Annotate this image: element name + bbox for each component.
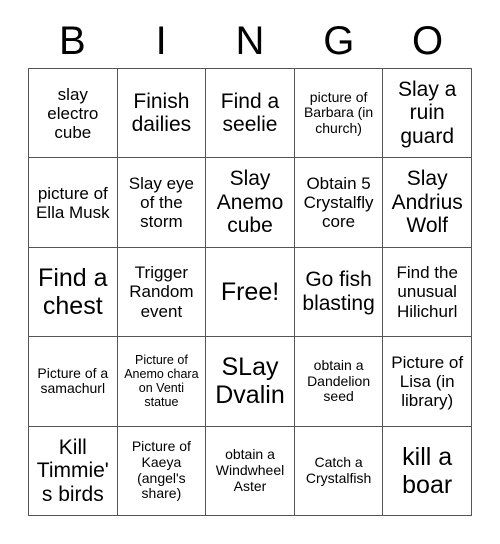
bingo-cell-r1c1[interactable]: slay electro cube	[29, 69, 118, 159]
bingo-cell-label: obtain a Dandelion seed	[307, 356, 371, 405]
bingo-header-letter-i: I	[155, 19, 167, 63]
bingo-cell-label: Catch a Crystalfish	[305, 454, 372, 486]
bingo-cell-r2c2[interactable]: Slay eye of the storm	[117, 158, 207, 248]
bingo-cell-label: Trigger Random event	[129, 263, 194, 321]
bingo-cell-label: Free!	[220, 277, 280, 306]
bingo-card: B I N G O slay electro cube Finish daili…	[0, 0, 500, 544]
bingo-cell-label: Picture of Kaeya (angel's share)	[131, 438, 191, 502]
bingo-cell-label: Slay Anemo cube	[216, 167, 284, 238]
bingo-cell-label: obtain a Windwheel Aster	[215, 446, 285, 494]
bingo-cell-r3c4[interactable]: Go fish blasting	[294, 247, 384, 338]
bingo-cell-r3c5[interactable]: Find the unusual Hilichurl	[383, 247, 472, 338]
bingo-header-row: B I N G O	[28, 14, 472, 68]
bingo-cell-label: Kill Timmie's birds	[36, 435, 109, 506]
bingo-cell-r1c2[interactable]: Finish dailies	[117, 69, 207, 159]
bingo-cell-r4c5[interactable]: Picture of Lisa (in library)	[383, 337, 472, 427]
bingo-cell-label: kill a boar	[402, 442, 453, 499]
bingo-cell-r2c3[interactable]: Slay Anemo cube	[206, 158, 295, 248]
bingo-cell-r2c4[interactable]: Obtain 5 Crystalfly core	[294, 158, 384, 248]
bingo-cell-r5c1[interactable]: Kill Timmie's birds	[29, 426, 118, 516]
bingo-cell-r1c3[interactable]: Find a seelie	[206, 69, 295, 159]
bingo-cell-r5c4[interactable]: Catch a Crystalfish	[294, 426, 384, 516]
bingo-cell-label: Slay Andrius Wolf	[391, 167, 463, 238]
bingo-cell-label: Finish dailies	[131, 89, 192, 137]
bingo-cell-r1c4[interactable]: picture of Barbara (in church)	[294, 69, 384, 159]
bingo-header-letter-g: G	[323, 19, 355, 63]
bingo-cell-r4c4[interactable]: obtain a Dandelion seed	[294, 337, 384, 427]
bingo-cell-label: Picture of Anemo chara on Venti statue	[124, 353, 199, 410]
bingo-cell-free-space[interactable]: Free!	[206, 247, 295, 338]
bingo-cell-r3c2[interactable]: Trigger Random event	[117, 247, 207, 338]
bingo-cell-r5c3[interactable]: obtain a Windwheel Aster	[206, 426, 295, 516]
bingo-cell-label: picture of Ella Musk	[35, 183, 110, 222]
bingo-cell-r2c1[interactable]: picture of Ella Musk	[29, 158, 118, 248]
bingo-cell-r3c1[interactable]: Find a chest	[29, 247, 118, 338]
bingo-cell-label: Slay a ruin guard	[398, 77, 457, 148]
bingo-cell-r4c1[interactable]: Picture of a samachurl	[29, 337, 118, 427]
bingo-header-letter-o: O	[412, 19, 444, 63]
bingo-header-letter-n: N	[235, 19, 265, 63]
bingo-cell-label: slay electro cube	[47, 84, 99, 142]
bingo-cell-label: Slay eye of the storm	[128, 174, 194, 232]
bingo-cell-r4c3[interactable]: SLay Dvalin	[206, 337, 295, 427]
bingo-cell-r5c2[interactable]: Picture of Kaeya (angel's share)	[117, 426, 207, 516]
bingo-header-letter-b: B	[59, 19, 86, 63]
bingo-cell-label: Go fish blasting	[302, 268, 375, 315]
bingo-cell-r5c5[interactable]: kill a boar	[383, 426, 472, 516]
bingo-cell-label: Find a seelie	[220, 89, 280, 137]
bingo-cell-label: picture of Barbara (in church)	[303, 88, 374, 137]
bingo-cell-label: Picture of a samachurl	[37, 364, 109, 397]
bingo-cell-label: Find the unusual Hilichurl	[396, 263, 458, 321]
bingo-cell-r2c5[interactable]: Slay Andrius Wolf	[383, 158, 472, 248]
bingo-cell-label: Obtain 5 Crystalfly core	[303, 174, 374, 232]
bingo-cell-r4c2[interactable]: Picture of Anemo chara on Venti statue	[117, 337, 207, 427]
bingo-cell-r1c5[interactable]: Slay a ruin guard	[383, 69, 472, 159]
bingo-cell-label: SLay Dvalin	[215, 353, 285, 410]
bingo-cell-label: Find a chest	[38, 263, 108, 320]
bingo-grid: slay electro cube Finish dailies Find a …	[28, 68, 472, 516]
bingo-cell-label: Picture of Lisa (in library)	[391, 352, 464, 410]
